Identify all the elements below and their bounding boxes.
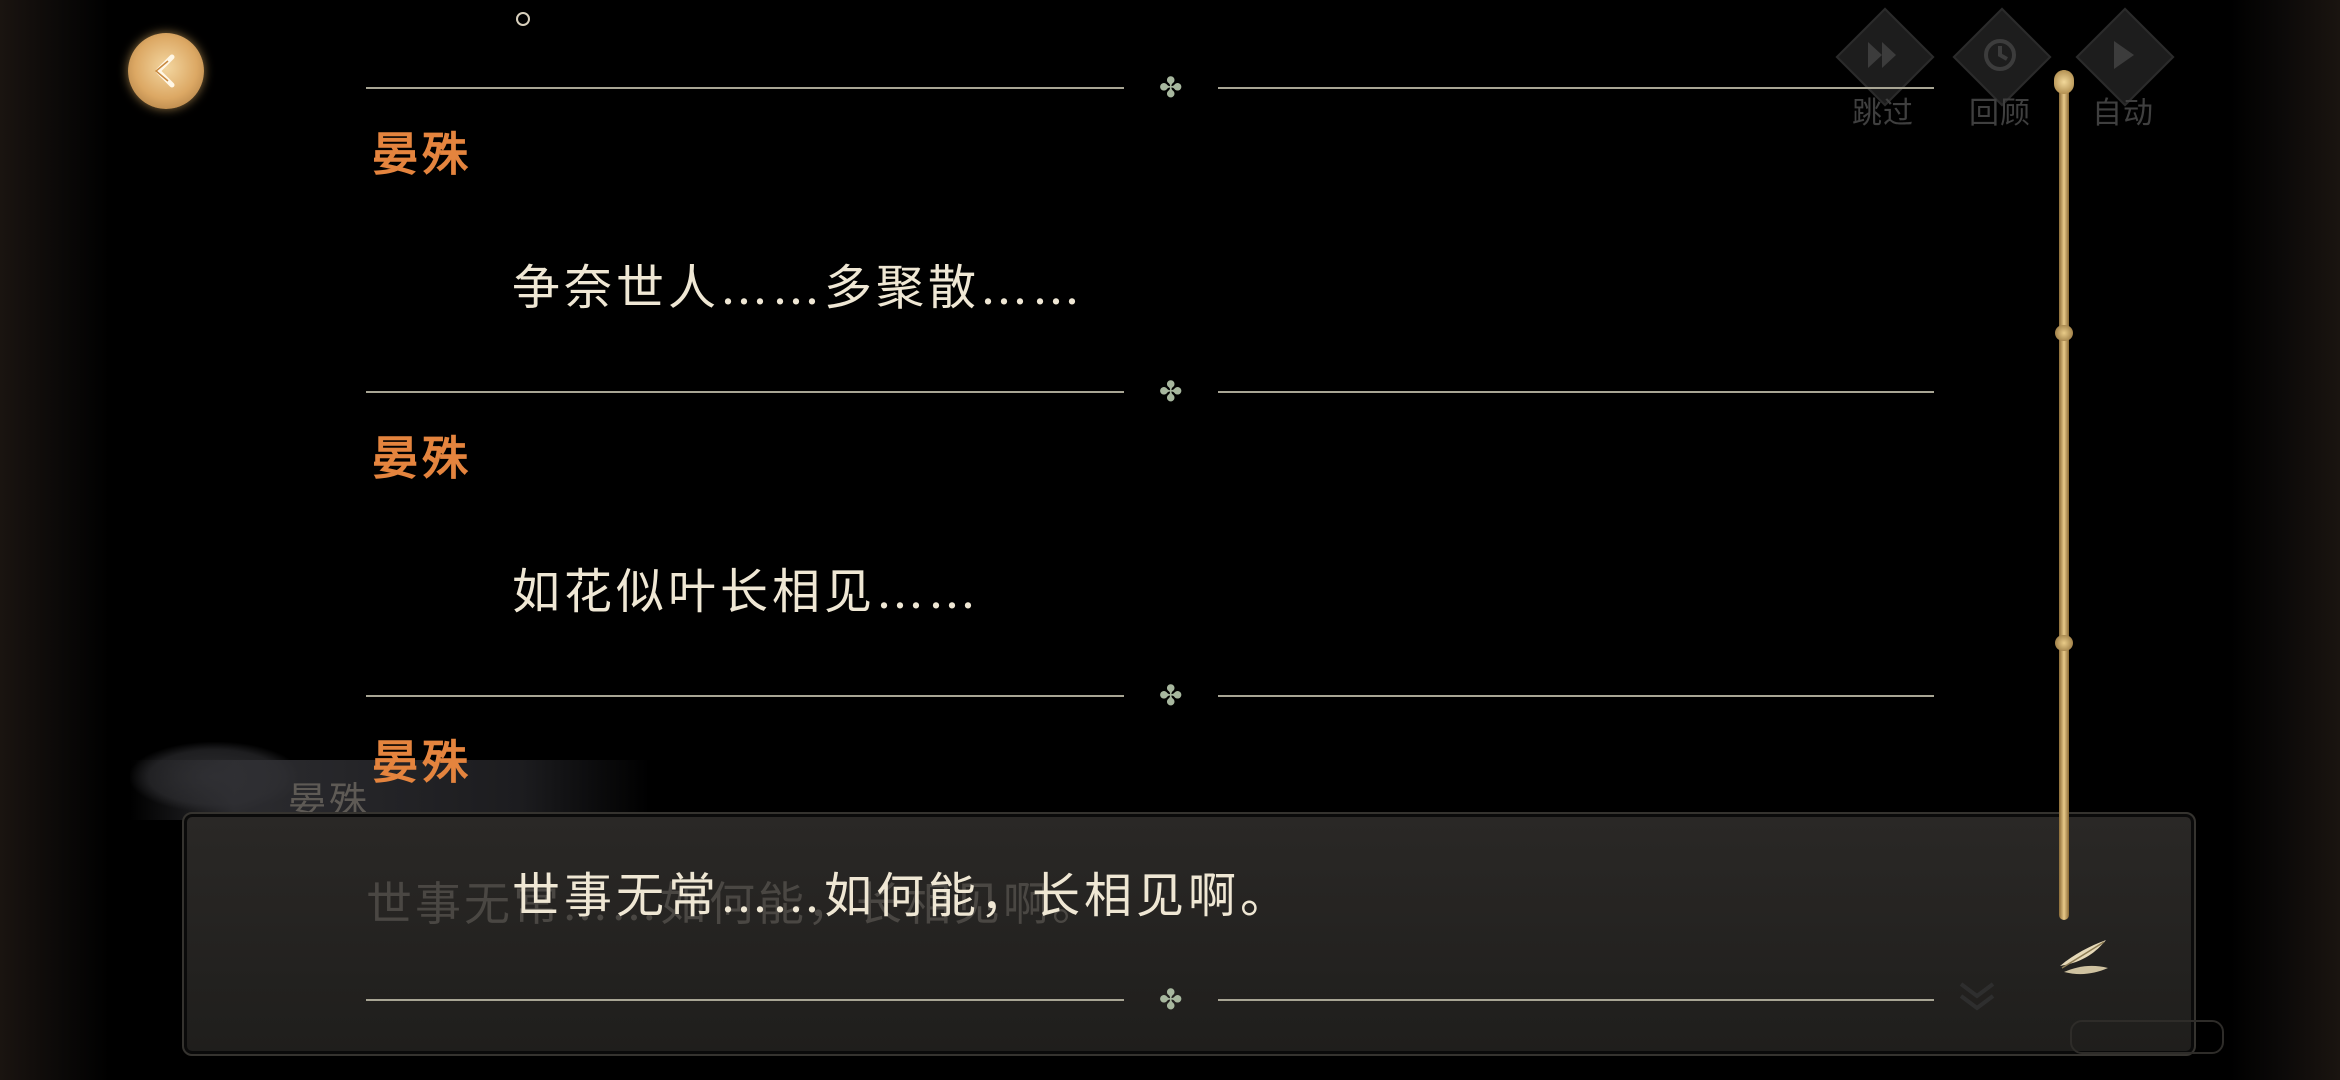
history-speaker-name: 晏殊 — [372, 431, 472, 485]
clover-icon: ✤ — [1159, 679, 1183, 712]
entry-separator: ✤ — [366, 681, 1934, 711]
bamboo-node — [2055, 325, 2073, 341]
review-button[interactable]: 回顾 — [1952, 7, 2052, 131]
scrollbar-thumb[interactable] — [2054, 70, 2074, 94]
entry-separator: ✤ — [366, 985, 1934, 1015]
panel-corner-ornament — [2070, 1020, 2224, 1054]
auto-label: 自动 — [2092, 96, 2154, 131]
skip-button[interactable]: 跳过 — [1835, 7, 1935, 131]
chevron-left-icon — [154, 54, 175, 88]
auto-button[interactable]: 自动 — [2075, 7, 2175, 131]
history-scrollbar[interactable] — [2059, 70, 2069, 920]
clover-icon: ✤ — [1159, 375, 1183, 408]
play-icon — [2114, 41, 2134, 69]
clover-icon: ✤ — [1159, 983, 1183, 1016]
clover-icon: ✤ — [1159, 71, 1183, 104]
bamboo-node — [2055, 635, 2073, 651]
entry-separator: ✤ — [366, 73, 1934, 103]
bamboo-leaf-icon — [2060, 940, 2108, 975]
chevron-double-down-icon[interactable] — [1955, 976, 1999, 1016]
previous-entry-ending-mark — [516, 12, 530, 26]
history-speaker-name: 晏殊 — [372, 735, 472, 789]
review-label: 回顾 — [1969, 96, 2031, 131]
history-dialog-line: 世事无常……如何能，长相见啊。 — [512, 868, 1293, 924]
history-clock-icon — [1984, 39, 2016, 71]
history-dialog-line: 如花似叶长相见…… — [512, 564, 981, 620]
entry-separator: ✤ — [366, 377, 1934, 407]
history-dialog-line: 争奈世人……多聚散…… — [512, 260, 1085, 316]
back-button[interactable] — [128, 33, 204, 109]
history-speaker-name: 晏殊 — [372, 127, 472, 181]
dialog-panel — [182, 812, 2196, 1056]
fast-forward-icon — [1868, 42, 1896, 68]
